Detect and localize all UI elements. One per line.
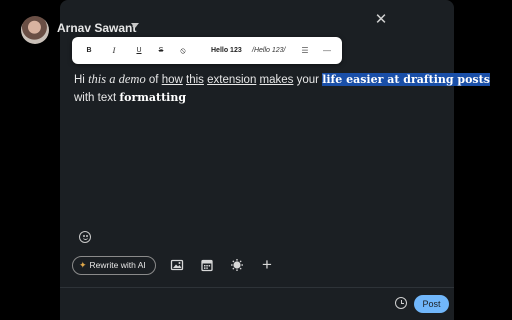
text-italic: this a demo	[88, 72, 146, 86]
text-underline: extension	[207, 74, 257, 86]
chevron-down-icon[interactable]	[131, 23, 139, 28]
clear-format-icon[interactable]: ⦸	[178, 37, 188, 64]
text-underline: how	[161, 74, 183, 86]
avatar[interactable]	[21, 16, 49, 44]
text-plain: your	[293, 74, 323, 86]
bold-sample-button[interactable]: Hello 123	[211, 37, 251, 64]
post-button[interactable]: Post	[414, 295, 449, 313]
event-icon[interactable]	[200, 258, 214, 272]
text-plain: of	[145, 74, 162, 86]
author-name[interactable]: Arnav Sawant	[57, 21, 136, 35]
list-icon[interactable]: ☰	[300, 37, 310, 64]
editor-line-2: with text formatting	[74, 89, 454, 107]
italic-sample-button[interactable]: /Hello 123/	[252, 37, 292, 64]
strikethrough-button[interactable]: S	[156, 37, 166, 64]
text-underline: makes	[259, 74, 294, 86]
post-text-editor[interactable]: Hi this a demo of how this extension mak…	[74, 70, 490, 107]
text-bold: formatting	[119, 91, 187, 104]
media-icon[interactable]	[170, 258, 184, 272]
emoji-icon-mouth	[82, 237, 88, 240]
plus-icon[interactable]: +	[260, 256, 274, 273]
footer-divider	[60, 287, 454, 288]
italic-button[interactable]: I	[109, 37, 119, 64]
bold-button[interactable]: B	[84, 37, 94, 64]
celebrate-icon[interactable]	[230, 258, 244, 272]
rewrite-with-ai-button[interactable]: ✦ Rewrite with AI	[72, 256, 156, 275]
close-icon[interactable]: ✕	[374, 12, 388, 27]
text-plain: with text	[74, 92, 120, 104]
sparkle-icon: ✦	[79, 260, 87, 270]
rewrite-with-ai-label: Rewrite with AI	[89, 260, 146, 270]
text-underline: this	[186, 74, 204, 86]
underline-button[interactable]: U	[134, 37, 144, 64]
editor-line-1: Hi this a demo of how this extension mak…	[74, 70, 490, 89]
clock-icon[interactable]	[395, 297, 407, 309]
text-plain: Hi	[74, 74, 89, 86]
text-selection: life easier at drafting posts	[322, 73, 490, 86]
divider-icon[interactable]: —	[322, 37, 332, 64]
format-toolbar: B I U S ⦸ Hello 123 /Hello 123/ ☰ —	[72, 37, 342, 64]
